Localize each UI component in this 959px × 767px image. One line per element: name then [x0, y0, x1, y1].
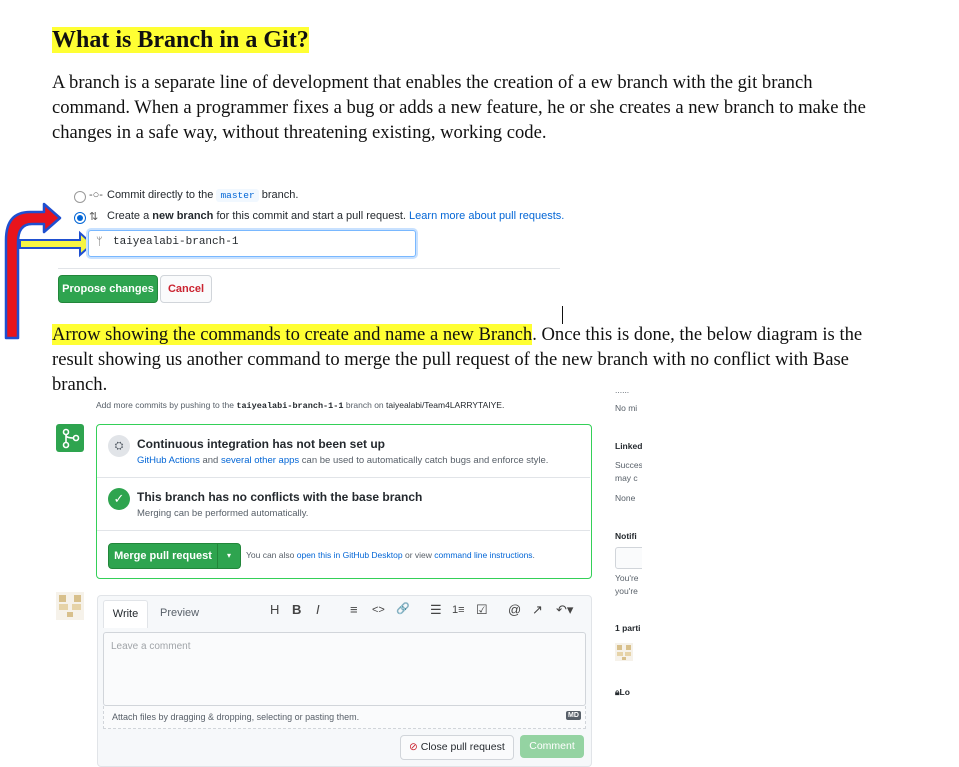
branch-name-value: taiyealabi-branch-1	[113, 236, 239, 248]
bullet-list-icon[interactable]: ☰	[430, 602, 442, 618]
github-actions-link[interactable]: GitHub Actions	[137, 455, 200, 466]
branch-name-input[interactable]: ᛘ taiyealabi-branch-1	[88, 230, 416, 257]
propose-changes-button[interactable]: Propose changes	[58, 275, 158, 303]
form-divider	[58, 268, 560, 269]
notifications-desc-2: you're	[615, 586, 638, 596]
merge-also: You can also	[246, 550, 295, 560]
linked-desc-1: Succes	[615, 460, 642, 470]
attach-bar[interactable]: Attach files by dragging & dropping, sel…	[103, 706, 586, 729]
linked-heading: Linked	[615, 441, 642, 451]
comment-placeholder: Leave a comment	[111, 641, 191, 652]
merge-pull-request-button[interactable]: Merge pull request	[108, 543, 218, 569]
caption-paragraph: Arrow showing the commands to create and…	[52, 322, 942, 397]
branch-icon: ᛘ	[96, 236, 103, 248]
learn-more-link[interactable]: Learn more about pull requests.	[409, 210, 564, 222]
italic-icon[interactable]: I	[316, 602, 320, 617]
github-desktop-link[interactable]: open this in GitHub Desktop	[297, 550, 403, 560]
avatar	[56, 592, 84, 620]
ci-desc: can be used to automatically catch bugs …	[301, 455, 549, 466]
commit-direct-prefix: Commit directly to the	[107, 189, 214, 201]
tab-write[interactable]: Write	[103, 600, 148, 628]
reference-icon[interactable]: ↗	[532, 602, 543, 618]
comment-textarea[interactable]: Leave a comment	[103, 632, 586, 706]
subscribe-button[interactable]	[615, 547, 642, 569]
code-icon[interactable]: <>	[372, 604, 385, 616]
conflict-description: Merging can be performed automatically.	[137, 508, 309, 519]
linked-desc-2: may c	[615, 473, 638, 483]
new-branch-option: Create a new branch for this commit and …	[107, 210, 564, 222]
add-commits-middle: branch on	[345, 400, 384, 410]
page-title-text: What is Branch in a Git?	[52, 27, 309, 53]
lock-conversation[interactable]: 🔒︎Lo	[615, 687, 630, 698]
commit-direct-radio[interactable]	[74, 191, 86, 203]
ci-icon: ⛭	[108, 435, 130, 457]
close-pr-label: Close pull request	[420, 741, 505, 753]
cancel-button[interactable]: Cancel	[160, 275, 212, 303]
repo-name: taiyealabi/Team4LARRYTAIYE.	[386, 400, 505, 410]
notifications-heading: Notifi	[615, 531, 637, 541]
tab-preview[interactable]: Preview	[160, 607, 199, 619]
new-branch-prefix: Create a	[107, 210, 150, 222]
merge-or: or view	[404, 550, 432, 560]
page-title: What is Branch in a Git?	[52, 24, 309, 56]
linked-value: None	[615, 493, 636, 503]
add-commits-note: Add more commits by pushing to the taiye…	[96, 400, 504, 411]
notifications-desc-1: You're	[615, 573, 639, 583]
reply-icon[interactable]: ↶▾	[556, 602, 573, 618]
merge-divider-2	[97, 530, 590, 531]
master-branch-label: master	[216, 189, 259, 202]
mention-icon[interactable]: @	[508, 602, 521, 617]
attach-files-text: Attach files by dragging & dropping, sel…	[112, 712, 360, 722]
new-branch-middle: for this commit and start a pull request…	[216, 210, 406, 222]
merge-alternatives: You can also open this in GitHub Desktop…	[246, 550, 535, 560]
head-branch-name: taiyealabi-branch-1-1	[236, 401, 344, 411]
lock-label: Lo	[619, 687, 630, 697]
intro-line-2: command. When a programmer fixes a bug o…	[52, 97, 866, 118]
new-branch-radio[interactable]	[74, 212, 86, 224]
add-commits-prefix: Add more commits by pushing to the	[96, 400, 234, 410]
milestone-value: No mi	[615, 403, 638, 413]
bold-icon[interactable]: B	[292, 602, 301, 617]
ci-title: Continuous integration has not been set …	[137, 437, 385, 451]
new-branch-bold: new branch	[152, 210, 214, 222]
heading-icon[interactable]: H	[270, 602, 279, 617]
quote-icon[interactable]: ≡	[350, 602, 358, 617]
merge-icon	[56, 424, 84, 452]
close-pr-icon: ⊘	[409, 741, 418, 753]
commit-icon: -○-	[89, 189, 103, 201]
other-apps-link[interactable]: several other apps	[221, 455, 299, 466]
markdown-icon: MD	[566, 711, 581, 720]
commit-direct-suffix: branch.	[261, 189, 299, 201]
command-line-link[interactable]: command line instructions	[434, 550, 532, 560]
task-list-icon[interactable]: ☑	[476, 602, 488, 618]
close-pull-request-button[interactable]: ⊘ Close pull request	[400, 735, 514, 760]
intro-line-3: changes in a safe way, without threateni…	[52, 122, 547, 143]
pull-request-icon: ⇅	[89, 211, 99, 223]
merge-divider-1	[97, 477, 590, 478]
caption-line-3: branch.	[52, 374, 108, 395]
participant-avatar[interactable]	[615, 643, 633, 661]
caption-line-2: result showing us another command to mer…	[52, 349, 849, 370]
sidebar-dots: ......	[615, 385, 630, 395]
conflict-title: This branch has no conflicts with the ba…	[137, 490, 423, 504]
check-icon: ✓	[108, 488, 130, 510]
intro-line-1: A branch is a separate line of developme…	[52, 72, 813, 93]
ci-and: and	[202, 455, 219, 466]
intro-paragraph: A branch is a separate line of developme…	[52, 70, 942, 145]
ci-description: GitHub Actions and several other apps ca…	[137, 455, 548, 466]
commit-direct-option: Commit directly to the master branch.	[107, 189, 299, 202]
caption-rest: . Once this is done, the below diagram i…	[532, 324, 863, 345]
participants-heading: 1 parti	[615, 623, 641, 633]
merge-options-chevron-icon[interactable]: ▾	[217, 543, 241, 569]
pr-sidebar: ...... No mi Linked Succes may c None No…	[612, 385, 642, 705]
merge-end: .	[532, 550, 535, 560]
comment-button[interactable]: Comment	[520, 735, 584, 758]
link-icon[interactable]: 🔗	[396, 602, 410, 615]
caption-highlight: Arrow showing the commands to create and…	[52, 324, 533, 345]
numbered-list-icon[interactable]: 1≡	[452, 604, 465, 616]
